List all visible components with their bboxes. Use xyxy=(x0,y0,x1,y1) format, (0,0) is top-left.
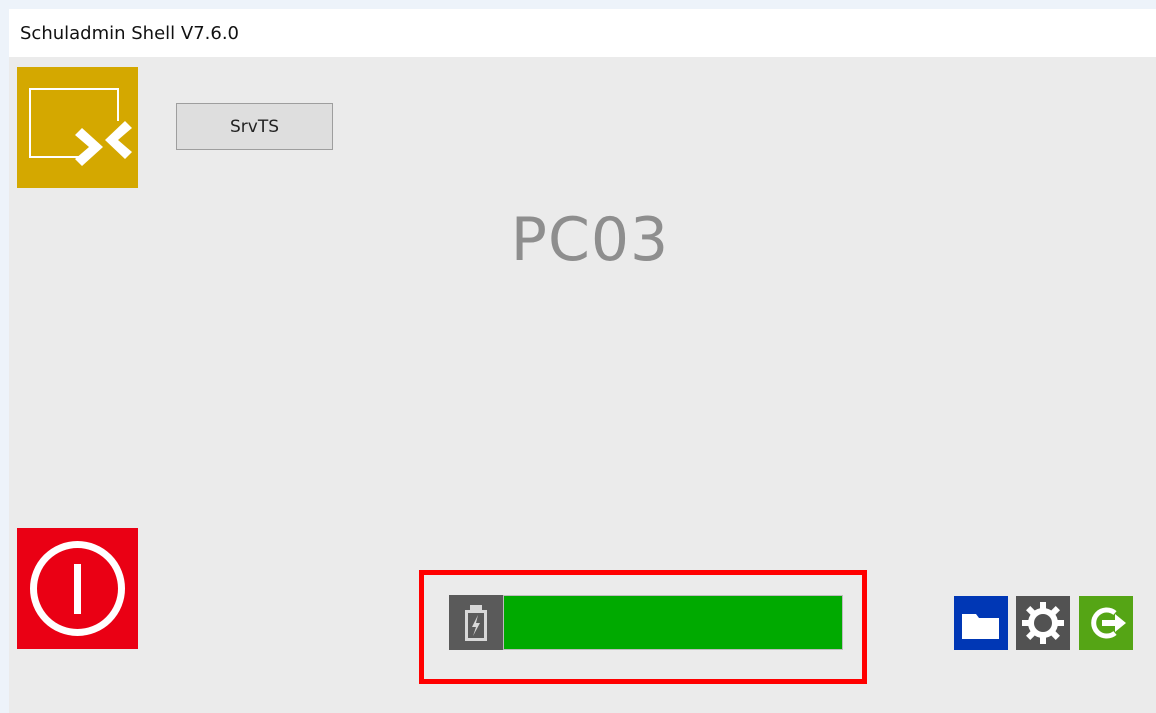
srvts-button[interactable]: SrvTS xyxy=(176,103,333,150)
battery-indicator xyxy=(449,595,503,650)
window-title: Schuladmin Shell V7.6.0 xyxy=(20,23,240,44)
battery-level-fill xyxy=(504,596,842,649)
logout-button[interactable] xyxy=(1079,596,1133,650)
power-icon xyxy=(30,541,125,636)
computer-name: PC03 xyxy=(510,205,670,275)
remote-desktop-icon xyxy=(29,88,132,166)
folder-button[interactable] xyxy=(954,596,1008,650)
title-bar[interactable]: Schuladmin Shell V7.6.0 xyxy=(9,9,1156,57)
gear-icon xyxy=(1022,602,1064,644)
logout-icon xyxy=(1091,607,1126,639)
folder-icon xyxy=(962,614,999,639)
settings-button[interactable] xyxy=(1016,596,1070,650)
battery-level-bar xyxy=(503,595,843,650)
remote-desktop-tile[interactable] xyxy=(17,67,138,188)
battery-charging-icon xyxy=(465,605,487,641)
power-button[interactable] xyxy=(17,528,138,649)
